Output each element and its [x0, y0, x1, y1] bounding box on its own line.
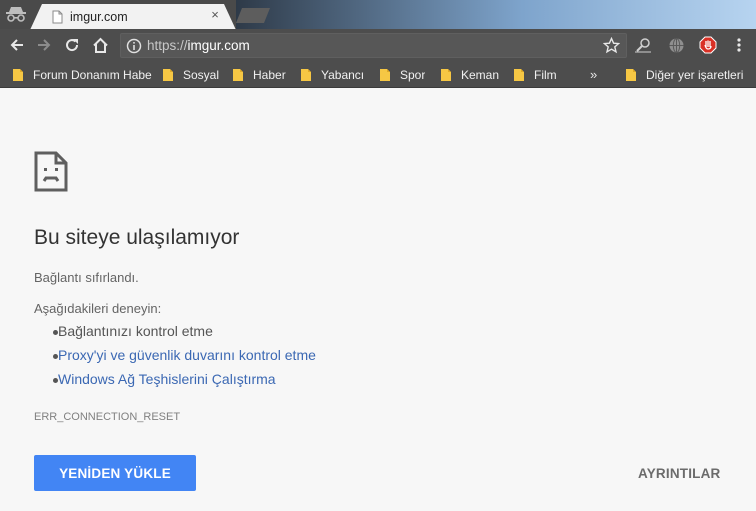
bookmark-folder[interactable]: Spor — [379, 67, 425, 83]
window-frame-background — [236, 0, 756, 29]
suggestion-check-proxy-link[interactable]: Proxy'yi ve güvenlik duvarını kontrol et… — [53, 347, 316, 363]
folder-icon — [514, 69, 524, 81]
bookmark-folder[interactable]: Forum Donanım Habe — [12, 67, 154, 83]
address-bar[interactable]: https://imgur.com — [120, 33, 627, 58]
reload-button[interactable] — [61, 34, 83, 56]
bookmark-folder[interactable]: Sosyal — [162, 67, 219, 83]
adblock-icon — [699, 36, 717, 54]
search-extension-icon — [635, 38, 651, 53]
suggestion-check-connection: Bağlantınızı kontrol etme — [53, 323, 213, 339]
bookmark-folder[interactable]: Film — [513, 67, 557, 83]
page-icon — [52, 10, 63, 24]
close-icon[interactable]: × — [208, 8, 222, 22]
back-button[interactable] — [6, 34, 28, 56]
title-bar: imgur.com × — [0, 0, 756, 29]
home-button[interactable] — [89, 34, 111, 56]
bookmark-folder[interactable]: Keman — [440, 67, 499, 83]
back-icon — [10, 39, 23, 51]
info-icon[interactable] — [126, 38, 142, 54]
folder-icon — [13, 69, 23, 81]
bookmark-label: Spor — [400, 68, 426, 82]
folder-icon — [301, 69, 311, 81]
reload-button[interactable]: YENİDEN YÜKLE — [34, 455, 196, 491]
forward-icon — [38, 39, 51, 51]
sad-page-icon — [34, 151, 68, 192]
new-tab-button[interactable] — [236, 8, 270, 23]
url-text[interactable]: https://imgur.com — [147, 38, 250, 53]
incognito-icon — [6, 7, 26, 22]
other-bookmarks-folder[interactable]: Diğer yer işaretleri — [625, 67, 743, 83]
other-bookmarks-label: Diğer yer işaretleri — [646, 68, 744, 82]
folder-icon — [233, 69, 243, 81]
home-icon — [92, 37, 108, 53]
bookmark-label: Keman — [461, 68, 500, 82]
bookmark-label: Sosyal — [183, 68, 220, 82]
bookmarks-overflow-button[interactable]: » — [590, 67, 597, 82]
bookmark-folder[interactable]: Yabancı — [300, 67, 364, 83]
adblock-button[interactable] — [697, 34, 719, 56]
bookmark-label: Forum Donanım Habe — [33, 68, 152, 82]
suggestion-network-diagnostics-link[interactable]: Windows Ağ Teşhislerini Çalıştırma — [53, 371, 276, 387]
bookmarks-bar: Forum Donanım Habe Sosyal Haber Yabancı … — [0, 62, 756, 88]
bookmark-folder[interactable]: Haber — [232, 67, 286, 83]
reload-icon — [66, 39, 79, 52]
star-icon[interactable] — [603, 37, 620, 54]
bookmark-label: Yabancı — [321, 68, 365, 82]
url-scheme: https:// — [147, 38, 188, 53]
folder-icon — [626, 69, 636, 81]
error-code: ERR_CONNECTION_RESET — [34, 411, 181, 423]
bookmark-label: Film — [534, 68, 557, 82]
error-heading: Bu siteye ulaşılamıyor — [34, 226, 240, 249]
bookmark-label: Haber — [253, 68, 286, 82]
globe-extension-button[interactable] — [665, 34, 687, 56]
folder-icon — [441, 69, 451, 81]
tab-imgur[interactable]: imgur.com × — [30, 4, 236, 29]
forward-button[interactable] — [33, 34, 55, 56]
url-host: imgur.com — [187, 38, 250, 53]
suggestions-label: Aşağıdakileri deneyin: — [34, 301, 162, 316]
toolbar: https://imgur.com — [0, 29, 756, 62]
details-button[interactable]: AYRINTILAR — [638, 466, 721, 481]
tab-title: imgur.com — [70, 10, 128, 24]
error-page: Bu siteye ulaşılamıyor Bağlantı sıfırlan… — [0, 89, 756, 511]
globe-icon — [669, 37, 683, 53]
menu-button[interactable] — [728, 34, 750, 56]
error-message: Bağlantı sıfırlandı. — [34, 270, 139, 285]
menu-icon — [737, 38, 741, 52]
folder-icon — [380, 69, 390, 81]
folder-icon — [163, 69, 173, 81]
search-extension-button[interactable] — [632, 34, 654, 56]
